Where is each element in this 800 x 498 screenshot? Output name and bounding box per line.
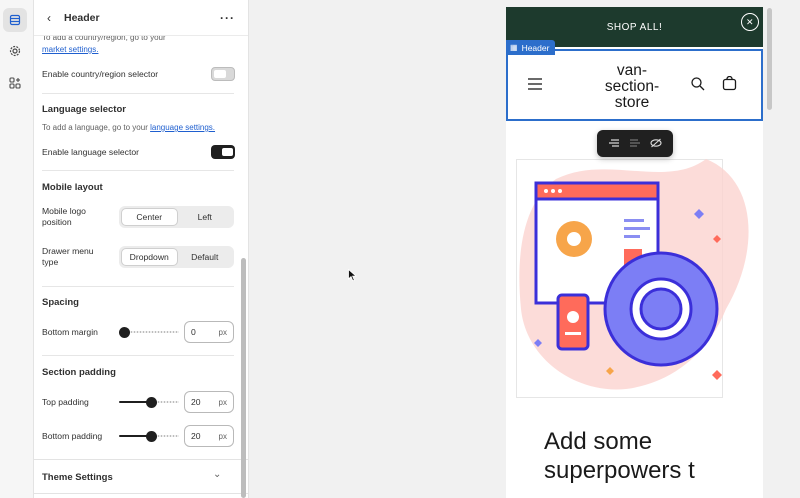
top-padding-slider[interactable] <box>119 397 179 408</box>
bottom-margin-label: Bottom margin <box>42 327 98 337</box>
search-icon[interactable] <box>691 77 705 93</box>
slider-track <box>157 401 179 403</box>
settings-panel: ‹ Header ··· To add a country/region, go… <box>34 0 249 498</box>
left-rail <box>0 0 34 498</box>
divider <box>42 286 234 287</box>
bottom-margin-value: 0 <box>191 327 196 337</box>
move-up-icon[interactable] <box>608 138 620 150</box>
language-settings-link[interactable]: language settings. <box>150 123 215 132</box>
hamburger-menu-icon[interactable] <box>528 78 542 92</box>
language-hint-text: To add a language, go to your <box>42 123 148 132</box>
top-padding-input[interactable]: 20 px <box>184 391 234 413</box>
selected-section-tag: ▦ Header <box>506 40 556 55</box>
slider-knob[interactable] <box>146 431 157 442</box>
back-arrow-icon[interactable]: ‹ <box>42 11 56 25</box>
mouse-cursor-icon <box>348 269 357 282</box>
country-selector-toggle[interactable] <box>211 67 235 81</box>
divider <box>34 493 248 494</box>
divider <box>42 355 234 356</box>
slider-track <box>157 435 179 437</box>
enable-country-label: Enable country/region selector <box>42 69 159 79</box>
spacing-heading: Spacing <box>42 297 79 308</box>
store-logo-text[interactable]: van-section-store <box>595 63 669 111</box>
unit-label: px <box>218 431 227 441</box>
panel-title: Header <box>64 11 100 24</box>
language-heading: Language selector <box>42 104 126 115</box>
gear-icon[interactable] <box>3 39 27 63</box>
cart-icon[interactable] <box>722 75 737 93</box>
slider-knob[interactable] <box>119 327 130 338</box>
announcement-text: SHOP ALL! <box>606 21 663 33</box>
superpowers-illustration <box>516 159 749 398</box>
hide-section-icon[interactable] <box>650 138 662 150</box>
enable-language-label: Enable language selector <box>42 147 139 157</box>
section-grid-icon: ▦ <box>510 43 518 52</box>
unit-label: px <box>218 327 227 337</box>
panel-header: ‹ Header ··· <box>34 0 248 36</box>
market-settings-link[interactable]: market settings. <box>42 45 98 54</box>
unit-label: px <box>218 397 227 407</box>
divider <box>42 170 234 171</box>
bottom-margin-input[interactable]: 0 px <box>184 321 234 343</box>
mobile-layout-heading: Mobile layout <box>42 182 103 193</box>
chevron-down-icon[interactable]: ⌄ <box>213 469 221 480</box>
bottom-padding-label: Bottom padding <box>42 431 103 441</box>
top-padding-value: 20 <box>191 397 201 407</box>
apps-icon[interactable] <box>3 71 27 95</box>
move-down-icon[interactable] <box>629 138 641 150</box>
header-section[interactable]: van-section-store <box>506 49 763 121</box>
slider-knob[interactable] <box>146 397 157 408</box>
panel-scrollbar[interactable] <box>241 258 246 498</box>
section-padding-heading: Section padding <box>42 367 116 378</box>
drawer-option-dropdown[interactable]: Dropdown <box>121 248 178 266</box>
language-hint: To add a language, go to your language s… <box>42 123 215 132</box>
logo-position-label: Mobile logo position <box>42 206 86 227</box>
logo-position-segmented: Center Left <box>119 206 234 228</box>
divider <box>34 459 248 460</box>
close-icon[interactable]: ✕ <box>741 13 759 31</box>
drawer-menu-segmented: Dropdown Default <box>119 246 234 268</box>
drawer-option-default[interactable]: Default <box>178 248 233 266</box>
divider <box>42 93 234 94</box>
theme-settings-label[interactable]: Theme Settings <box>42 472 113 483</box>
logo-position-center[interactable]: Center <box>121 208 178 226</box>
section-toolbar <box>597 130 673 157</box>
language-selector-toggle[interactable] <box>211 145 235 159</box>
storefront-preview: SHOP ALL! ✕ ▦ Header van-section-store A… <box>506 7 763 498</box>
bottom-padding-value: 20 <box>191 431 201 441</box>
bottom-padding-input[interactable]: 20 px <box>184 425 234 447</box>
preview-scrollbar[interactable] <box>767 8 772 110</box>
drawer-menu-label: Drawer menu type <box>42 246 94 267</box>
slider-track <box>127 331 179 333</box>
selected-section-label: Header <box>521 42 550 53</box>
hero-heading: Add some superpowers t <box>544 428 695 484</box>
sections-icon[interactable] <box>3 8 27 32</box>
more-options-icon[interactable]: ··· <box>220 11 235 25</box>
top-padding-label: Top padding <box>42 397 89 407</box>
bottom-margin-slider[interactable] <box>119 327 179 338</box>
bottom-padding-slider[interactable] <box>119 431 179 442</box>
logo-position-left[interactable]: Left <box>178 208 233 226</box>
